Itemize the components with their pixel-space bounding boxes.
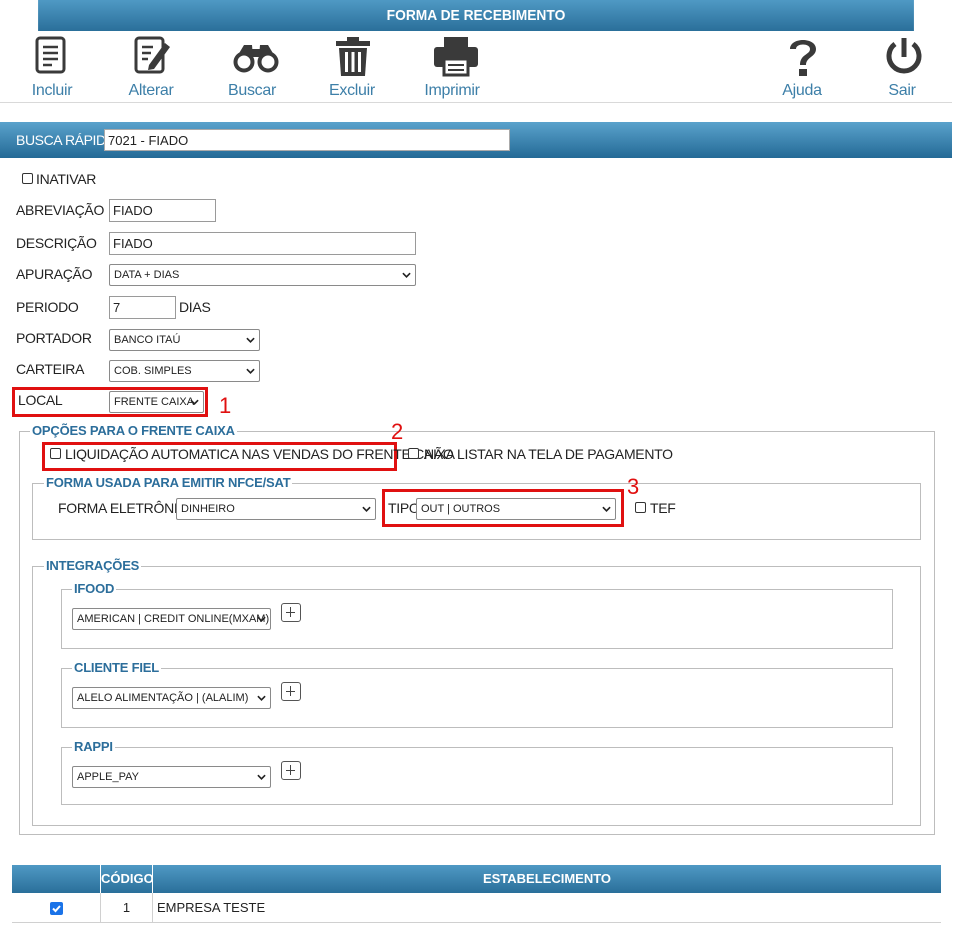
tef-label: TEF bbox=[650, 500, 676, 516]
descricao-label: DESCRIÇÃO bbox=[16, 235, 97, 251]
table-header-estabelecimento: ESTABELECIMENTO bbox=[152, 865, 941, 893]
integracoes-legend: INTEGRAÇÕES bbox=[44, 558, 142, 573]
tipo-value: OUT | OUTROS bbox=[421, 503, 501, 515]
binoculars-icon bbox=[233, 45, 279, 73]
periodo-label: PERIODO bbox=[16, 299, 79, 315]
cliente-fiel-select[interactable]: ALELO ALIMENTAÇÃO | (ALALIM) bbox=[72, 687, 271, 709]
tipo-select[interactable]: OUT | OUTROS bbox=[416, 498, 616, 520]
chevron-down-icon bbox=[257, 616, 266, 622]
rappi-value: APPLE_PAY bbox=[77, 771, 139, 783]
nao-listar-checkbox[interactable] bbox=[408, 448, 419, 459]
table-cell-codigo: 1 bbox=[100, 893, 152, 923]
chevron-down-icon bbox=[402, 272, 411, 278]
inativar-checkbox[interactable] bbox=[22, 173, 33, 184]
ifood-add-icon[interactable] bbox=[281, 603, 301, 622]
excluir-label: Excluir bbox=[329, 82, 375, 99]
ajuda-button[interactable]: Ajuda bbox=[762, 31, 842, 103]
periodo-unit: DIAS bbox=[179, 299, 211, 315]
abreviacao-label: ABREVIAÇÃO bbox=[16, 202, 105, 218]
portador-select[interactable]: BANCO ITAÚ bbox=[109, 329, 260, 351]
local-select[interactable]: FRENTE CAIXA bbox=[109, 391, 204, 413]
imprimir-button[interactable]: Imprimir bbox=[412, 31, 492, 103]
checkmark-icon bbox=[51, 905, 61, 913]
annotation-number-2: 2 bbox=[391, 419, 404, 444]
toolbar: Incluir Alterar Buscar Excluir Imprimir … bbox=[0, 31, 952, 103]
document-add-icon bbox=[35, 36, 66, 74]
buscar-button[interactable]: Buscar bbox=[212, 31, 292, 103]
power-icon bbox=[886, 38, 922, 74]
incluir-button[interactable]: Incluir bbox=[12, 31, 92, 103]
ifood-legend: IFOOD bbox=[72, 581, 117, 596]
chevron-down-icon bbox=[602, 506, 611, 512]
nfce-legend: FORMA USADA PARA EMITIR NFCE/SAT bbox=[44, 475, 293, 490]
chevron-down-icon bbox=[257, 695, 266, 701]
local-label: LOCAL bbox=[18, 392, 63, 408]
excluir-button[interactable]: Excluir bbox=[312, 31, 392, 103]
local-value: FRENTE CAIXA bbox=[114, 396, 195, 408]
cliente-fiel-legend: CLIENTE FIEL bbox=[72, 660, 161, 675]
window-title: FORMA DE RECEBIMENTO bbox=[38, 0, 914, 31]
row-checkbox-checked[interactable] bbox=[49, 902, 63, 916]
ifood-value: AMERICAN | CREDIT ONLINE(MXAM) bbox=[77, 613, 270, 625]
table-header-select bbox=[12, 865, 100, 893]
table-row bbox=[12, 893, 100, 923]
ifood-select[interactable]: AMERICAN | CREDIT ONLINE(MXAM) bbox=[72, 608, 271, 630]
chevron-down-icon bbox=[246, 368, 255, 374]
carteira-label: CARTEIRA bbox=[16, 361, 85, 377]
carteira-select[interactable]: COB. SIMPLES bbox=[109, 360, 260, 382]
buscar-label: Buscar bbox=[228, 82, 276, 99]
periodo-input[interactable] bbox=[109, 296, 176, 319]
rappi-select[interactable]: APPLE_PAY bbox=[72, 766, 271, 788]
cliente-fiel-value: ALELO ALIMENTAÇÃO | (ALALIM) bbox=[77, 692, 249, 704]
sair-label: Sair bbox=[888, 82, 916, 99]
forma-eletronica-select[interactable]: DINHEIRO bbox=[176, 498, 376, 520]
help-icon bbox=[790, 40, 816, 76]
chevron-down-icon bbox=[257, 774, 266, 780]
imprimir-label: Imprimir bbox=[424, 82, 480, 99]
cliente-fiel-add-icon[interactable] bbox=[281, 682, 301, 701]
apuracao-label: APURAÇÃO bbox=[16, 266, 93, 282]
rappi-legend: RAPPI bbox=[72, 739, 115, 754]
sair-button[interactable]: Sair bbox=[862, 31, 942, 103]
portador-value: BANCO ITAÚ bbox=[114, 334, 181, 346]
quick-search-bar: BUSCA RÁPIDA bbox=[0, 122, 952, 158]
carteira-value: COB. SIMPLES bbox=[114, 365, 192, 377]
nao-listar-label: NÃO LISTAR NA TELA DE PAGAMENTO bbox=[424, 446, 673, 462]
table-header-codigo: CÓDIGO bbox=[100, 865, 154, 893]
liquidacao-label: LIQUIDAÇÃO AUTOMATICA NAS VENDAS DO FREN… bbox=[65, 446, 455, 462]
ajuda-label: Ajuda bbox=[782, 82, 822, 99]
document-edit-icon bbox=[134, 36, 170, 74]
descricao-input[interactable] bbox=[109, 232, 416, 255]
tef-checkbox[interactable] bbox=[635, 502, 646, 513]
trash-icon bbox=[336, 37, 370, 76]
chevron-down-icon bbox=[362, 506, 371, 512]
tipo-label: TIPO bbox=[388, 500, 420, 516]
inativar-label: INATIVAR bbox=[36, 171, 97, 187]
printer-icon bbox=[434, 37, 478, 77]
apuracao-value: DATA + DIAS bbox=[114, 269, 180, 281]
chevron-down-icon bbox=[246, 337, 255, 343]
apuracao-select[interactable]: DATA + DIAS bbox=[109, 264, 416, 286]
incluir-label: Incluir bbox=[31, 82, 73, 99]
quick-search-label: BUSCA RÁPIDA bbox=[16, 132, 115, 148]
chevron-down-icon bbox=[190, 399, 199, 405]
alterar-label: Alterar bbox=[128, 82, 174, 99]
portador-label: PORTADOR bbox=[16, 330, 92, 346]
rappi-add-icon[interactable] bbox=[281, 761, 301, 780]
table-cell-estabelecimento: EMPRESA TESTE bbox=[152, 893, 941, 923]
quick-search-input[interactable] bbox=[104, 129, 510, 151]
liquidacao-checkbox[interactable] bbox=[50, 448, 61, 459]
frente-caixa-legend: OPÇÕES PARA O FRENTE CAIXA bbox=[30, 423, 237, 438]
forma-eletronica-value: DINHEIRO bbox=[181, 503, 235, 515]
annotation-number-3: 3 bbox=[627, 474, 640, 499]
alterar-button[interactable]: Alterar bbox=[111, 31, 191, 103]
annotation-number-1: 1 bbox=[219, 393, 232, 418]
abreviacao-input[interactable] bbox=[109, 199, 216, 222]
